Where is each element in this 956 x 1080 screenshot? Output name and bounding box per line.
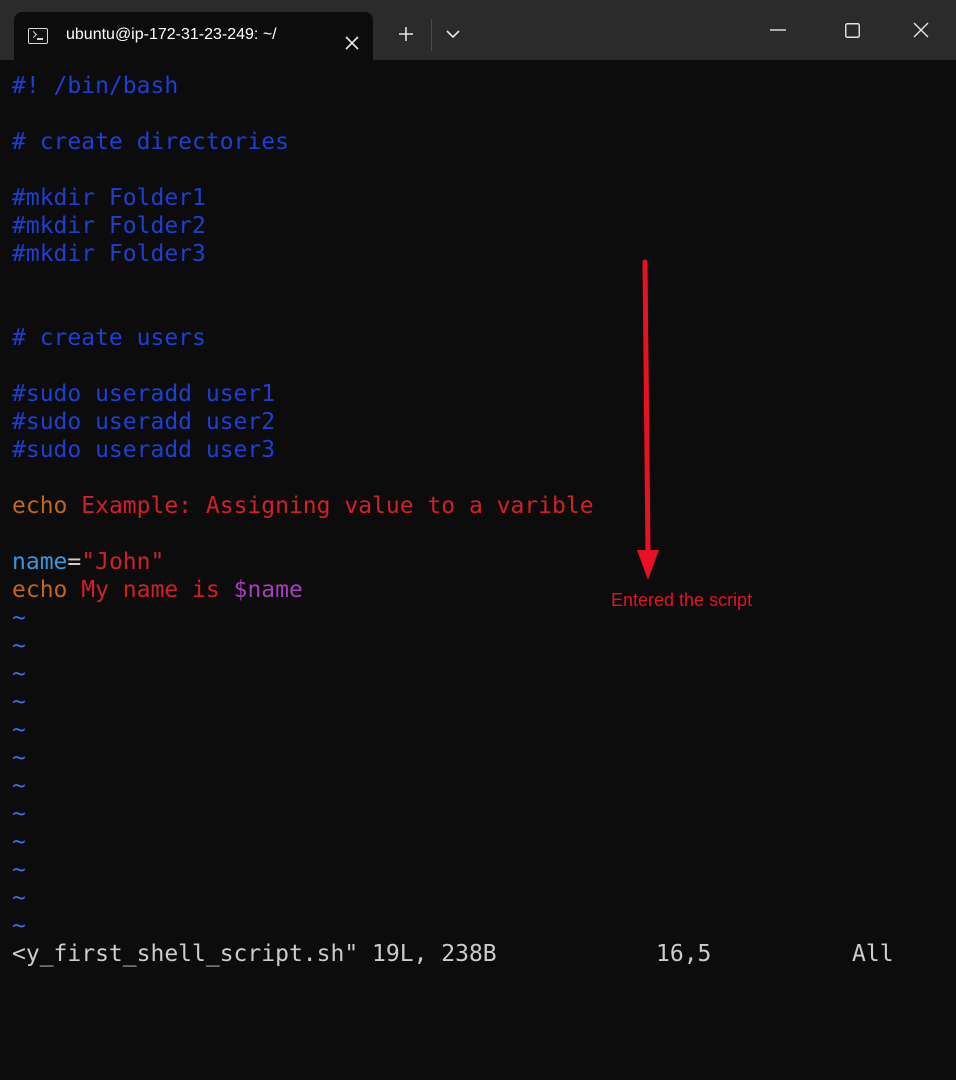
code-line: echo Example: Assigning value to a varib… <box>12 492 594 520</box>
code-line: #sudo useradd user2 <box>12 409 276 435</box>
empty-line-marker: ~ <box>12 857 26 883</box>
empty-line-marker: ~ <box>12 661 26 687</box>
empty-line-marker: ~ <box>12 633 26 659</box>
empty-line-marker: ~ <box>12 829 26 855</box>
echo-argument: My name is <box>81 577 220 603</box>
code-line: # create directories <box>12 129 289 155</box>
terminal-tab[interactable]: ubuntu@ip-172-31-23-249: ~/ <box>14 12 373 60</box>
annotation-label: Entered the script <box>611 590 753 610</box>
code-line: # create users <box>12 325 206 351</box>
scroll-indicator: All <box>852 941 894 967</box>
code-line: #! /bin/bash <box>12 73 179 99</box>
code-line: #mkdir Folder2 <box>12 213 206 239</box>
plus-icon[interactable] <box>398 26 414 42</box>
cursor-position: 16,5 <box>656 941 712 967</box>
code-line: echo My name is $name <box>12 576 303 604</box>
tab-title: ubuntu@ip-172-31-23-249: ~/ <box>66 26 277 43</box>
echo-argument: Example: Assigning value to a varible <box>81 493 594 519</box>
empty-line-marker: ~ <box>12 773 26 799</box>
empty-line-marker: ~ <box>12 689 26 715</box>
file-info: <y_first_shell_script.sh" 19L, 238B <box>12 941 497 967</box>
terminal-icon <box>28 28 48 44</box>
empty-line-marker: ~ <box>12 885 26 911</box>
assignment-operator: = <box>67 549 82 575</box>
echo-keyword: echo <box>12 577 68 603</box>
title-bar: ubuntu@ip-172-31-23-249: ~/ <box>0 0 956 60</box>
empty-line-marker: ~ <box>12 913 26 939</box>
empty-line-marker: ~ <box>12 801 26 827</box>
chevron-down-icon[interactable] <box>446 30 460 39</box>
close-icon[interactable] <box>913 22 929 38</box>
empty-line-marker: ~ <box>12 717 26 743</box>
variable-name: name <box>12 549 68 575</box>
variable-reference: $name <box>233 577 303 603</box>
string-value: "John" <box>81 549 165 575</box>
echo-keyword: echo <box>12 493 68 519</box>
close-icon[interactable] <box>345 36 359 50</box>
code-line: #sudo useradd user1 <box>12 381 276 407</box>
tab-separator <box>431 19 432 51</box>
code-line: name="John" <box>12 548 164 576</box>
empty-line-marker: ~ <box>12 605 26 631</box>
minimize-icon[interactable] <box>770 29 786 31</box>
annotation-arrow <box>637 259 659 580</box>
code-line: #sudo useradd user3 <box>12 437 276 463</box>
code-line: #mkdir Folder1 <box>12 185 206 211</box>
empty-line-marker: ~ <box>12 745 26 771</box>
maximize-icon[interactable] <box>845 23 860 38</box>
code-line: #mkdir Folder3 <box>12 241 206 267</box>
status-line: <y_first_shell_script.sh" 19L, 238B 16,5… <box>0 940 956 968</box>
vim-editor[interactable]: #! /bin/bash # create directories #mkdir… <box>0 60 956 1005</box>
